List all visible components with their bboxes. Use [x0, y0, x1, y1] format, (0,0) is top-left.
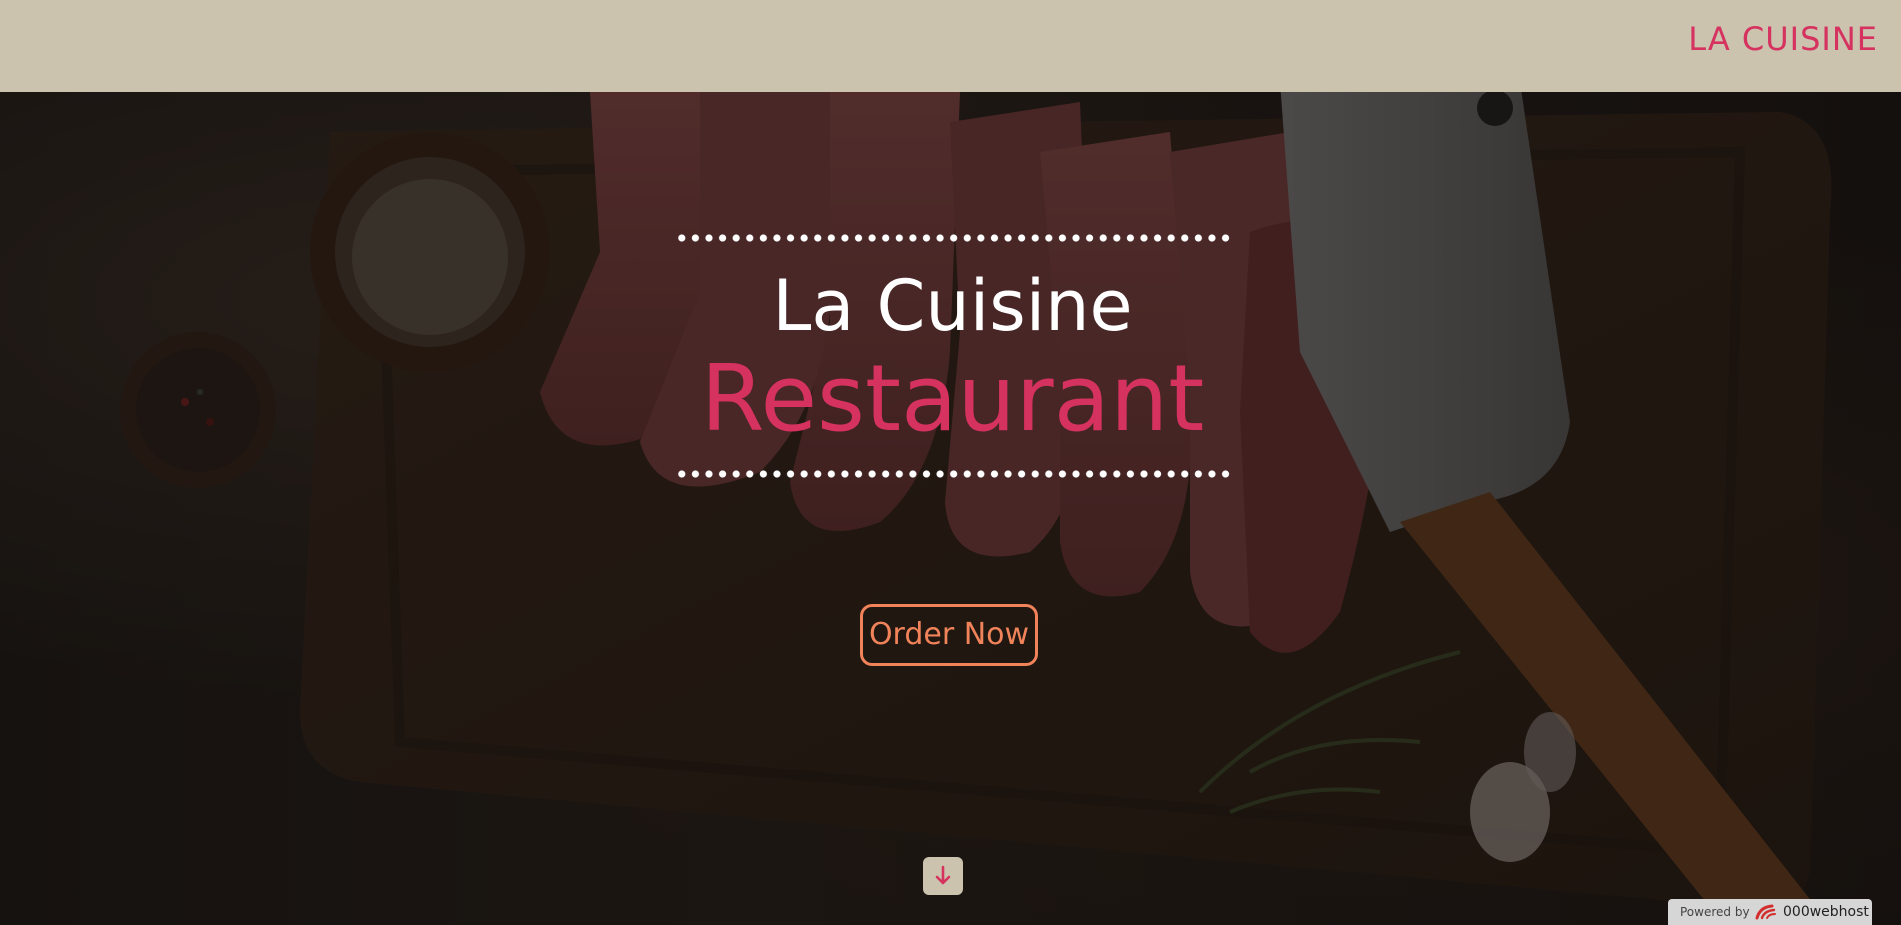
hero-title-block: La Cuisine Restaurant [675, 234, 1230, 478]
powered-by-label: Powered by [1680, 905, 1750, 919]
hero-section [0, 92, 1901, 925]
brand-logo-text[interactable]: LA CUISINE [1688, 20, 1878, 58]
powered-by-badge[interactable]: Powered by 000webhost [1668, 899, 1872, 925]
dotted-divider-top [675, 234, 1230, 242]
dotted-divider-bottom [675, 470, 1230, 478]
host-name: 000webhost [1783, 904, 1869, 920]
arrow-down-icon [935, 865, 951, 885]
hero-dark-overlay [0, 92, 1901, 925]
hero-subtitle: Restaurant [700, 345, 1205, 452]
000webhost-logo-icon [1755, 904, 1776, 920]
order-now-button[interactable]: Order Now [860, 604, 1038, 666]
top-navigation-bar: LA CUISINE [0, 0, 1901, 92]
scroll-down-button[interactable] [923, 857, 963, 895]
hero-title: La Cuisine [772, 265, 1133, 347]
